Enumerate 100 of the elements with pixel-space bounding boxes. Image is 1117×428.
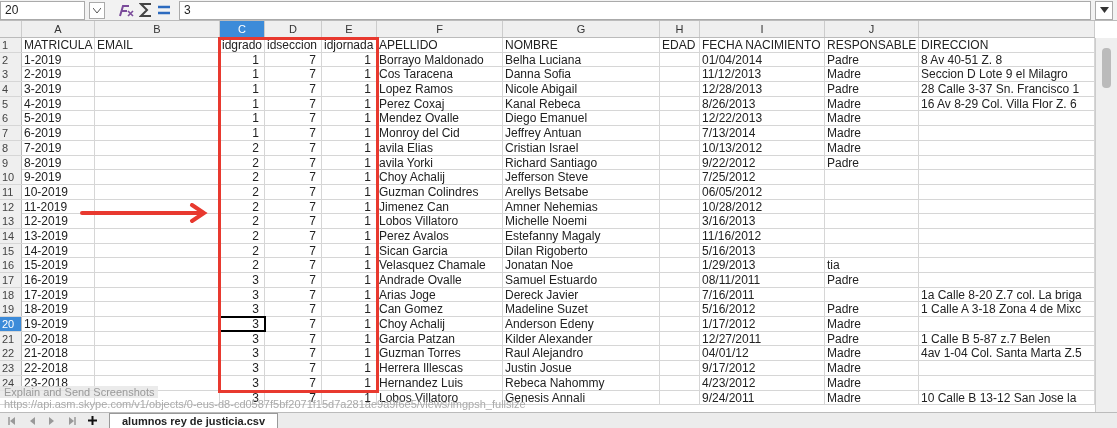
table-cell: Estefanny Magaly (503, 228, 660, 243)
add-sheet-icon[interactable] (88, 416, 97, 425)
table-cell: Choy Achalij (377, 317, 503, 332)
table-cell: 1 (322, 184, 377, 199)
row-header[interactable]: 23 (0, 361, 22, 376)
sum-icon[interactable] (139, 2, 153, 18)
table-cell: 3 (220, 317, 265, 332)
table-cell: Kanal Rebeca (503, 96, 660, 111)
table-cell: Lopez Ramos (377, 82, 503, 97)
table-cell: 2 (220, 258, 265, 273)
table-cell: Garcia Patzan (377, 331, 503, 346)
row-header[interactable]: 19 (0, 302, 22, 317)
table-cell: 20-2018 (22, 331, 95, 346)
table-cell: Arellys Betsabe (503, 184, 660, 199)
function-wizard-icon[interactable] (117, 2, 135, 18)
table-cell: 3 (220, 302, 265, 317)
table-cell: 7 (265, 287, 322, 302)
row-header[interactable]: 10 (0, 170, 22, 185)
row-header[interactable]: 17 (0, 273, 22, 287)
table-cell: 7 (265, 258, 322, 273)
table-cell: Padre (825, 82, 919, 97)
sheet-tab[interactable]: alumnos rey de justicia.csv (109, 412, 279, 428)
table-cell: Madre (825, 126, 919, 141)
row-header[interactable]: 4 (0, 82, 22, 97)
table-cell: 3 (220, 273, 265, 287)
table-cell: 10/13/2012 (700, 140, 825, 155)
table-cell: 3-2019 (22, 82, 95, 97)
name-box[interactable]: 20 (0, 0, 85, 20)
table-cell: 7 (265, 111, 322, 126)
column-header[interactable]: F (377, 21, 503, 37)
row-header[interactable]: 3 (0, 67, 22, 82)
table-cell: 1 (322, 287, 377, 302)
table-cell: 7 (265, 243, 322, 258)
table-cell: 12/22/2013 (700, 111, 825, 126)
table-cell: Padre (825, 155, 919, 170)
row-header[interactable]: 20 (0, 317, 22, 332)
previous-sheet-icon[interactable] (28, 416, 36, 425)
table-cell: Perez Avalos (377, 228, 503, 243)
expand-formula-button[interactable] (1095, 0, 1113, 20)
table-cell: Nicole Abigail (503, 82, 660, 97)
row-header[interactable]: 22 (0, 346, 22, 361)
table-cell: 10/28/2012 (700, 199, 825, 214)
table-cell: 10-2019 (22, 184, 95, 199)
last-sheet-icon[interactable] (68, 416, 76, 425)
table-cell: 1 (322, 317, 377, 332)
column-header[interactable]: J (825, 21, 919, 37)
table-cell: 11/16/2012 (700, 228, 825, 243)
column-header[interactable]: A (22, 21, 95, 37)
table-cell: Choy Achalij (377, 170, 503, 185)
row-header[interactable]: 13 (0, 214, 22, 229)
table-cell: Padre (825, 302, 919, 317)
table-cell: 9/22/2012 (700, 155, 825, 170)
table-cell: 1 (322, 199, 377, 214)
table-cell: NOMBRE (503, 38, 660, 52)
table-cell: idjornada (322, 38, 377, 52)
column-header[interactable]: C (220, 21, 265, 37)
column-header[interactable]: D (265, 21, 322, 37)
table-cell: 12/28/2013 (700, 82, 825, 97)
row-header[interactable]: 6 (0, 111, 22, 126)
table-cell: 1 (322, 111, 377, 126)
table-cell: 1 (322, 361, 377, 376)
first-sheet-icon[interactable] (8, 416, 16, 425)
table-cell: 06/05/2012 (700, 184, 825, 199)
column-header[interactable]: G (503, 21, 660, 37)
table-cell: EDAD (660, 38, 700, 52)
table-cell: 7/16/2011 (700, 287, 825, 302)
equals-icon[interactable] (157, 5, 171, 15)
table-cell: 7 (265, 96, 322, 111)
row-header[interactable]: 16 (0, 258, 22, 273)
table-cell: 3 (220, 331, 265, 346)
table-cell: Lobos Villatoro (377, 214, 503, 229)
table-cell: 15-2019 (22, 258, 95, 273)
row-header[interactable]: 7 (0, 126, 22, 141)
table-cell: 7 (265, 126, 322, 141)
table-cell: 7/13/2014 (700, 126, 825, 141)
table-cell: 2 (220, 140, 265, 155)
table-cell: Jefferson Steve (503, 170, 660, 185)
table-cell: 08/11/2011 (700, 273, 825, 287)
formula-input[interactable]: 3 (179, 0, 1091, 20)
column-header[interactable]: I (700, 21, 825, 37)
table-cell: Guzman Torres (377, 346, 503, 361)
next-sheet-icon[interactable] (48, 416, 56, 425)
column-header[interactable]: E (322, 21, 377, 37)
column-header[interactable]: H (660, 21, 700, 37)
table-cell: Richard Santiago (503, 155, 660, 170)
tooltip-title: Explain and Send Screenshots (0, 386, 159, 398)
table-cell: 1 (220, 96, 265, 111)
table-cell: 21-2018 (22, 346, 95, 361)
table-cell: Jeffrey Antuan (503, 126, 660, 141)
table-cell: 7 (265, 375, 322, 390)
table-cell: 1 (322, 96, 377, 111)
table-cell: tia (825, 258, 919, 273)
table-cell: Jimenez Can (377, 199, 503, 214)
table-cell: Madre (825, 96, 919, 111)
table-cell: 7 (265, 317, 322, 332)
name-box-dropdown[interactable] (89, 1, 105, 19)
scrollbar-thumb[interactable] (1102, 48, 1111, 88)
row-header[interactable]: 1 (0, 38, 22, 52)
vertical-scrollbar[interactable] (1095, 38, 1117, 412)
table-cell: EMAIL (95, 38, 220, 52)
